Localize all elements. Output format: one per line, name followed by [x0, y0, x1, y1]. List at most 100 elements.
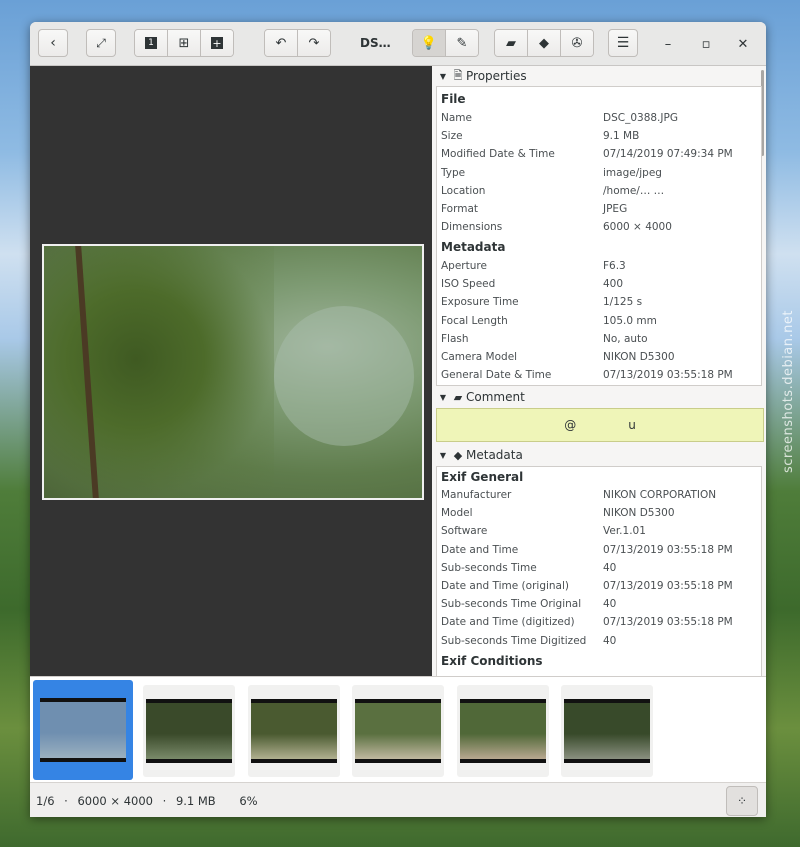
- edit-button[interactable]: ✎: [446, 30, 478, 56]
- metadata-property-key: Exposure Time: [441, 296, 519, 309]
- metadata-property-row: General Date & Time 07/13/2019 03:55:18 P…: [441, 369, 759, 387]
- exif-property-value: 40: [603, 561, 617, 574]
- brush-icon: ✎: [456, 35, 468, 51]
- thumbnail[interactable]: [247, 685, 340, 777]
- comment-icon: ▰: [506, 35, 516, 51]
- exif-property-row: Sub-seconds Time Digitized 40: [441, 635, 759, 653]
- annotation-group: ▰ ◆ ✇: [494, 29, 594, 57]
- minimize-button[interactable]: –: [658, 34, 678, 54]
- status-bar: 1/6 · 6000 × 4000 · 9.1 MB 6% ⁘: [30, 782, 766, 817]
- single-view-icon: 1: [145, 37, 157, 49]
- metadata-property-value: 400: [603, 278, 624, 291]
- exif-property-key: Software: [441, 525, 488, 538]
- file-property-row: Modified Date & Time 07/14/2019 07:49:34 …: [441, 148, 759, 166]
- rotate-right-icon: ↷: [308, 35, 320, 51]
- status-position: 1/6: [36, 794, 55, 808]
- comment-button[interactable]: ▰: [495, 30, 528, 56]
- exif-property-row: Manufacturer NIKON CORPORATION: [441, 489, 759, 507]
- exif-property-key: Sub-seconds Time Original: [441, 598, 582, 611]
- maximize-icon: ▫: [701, 36, 711, 52]
- document-icon: 🗎: [453, 68, 463, 82]
- fullscreen-button[interactable]: ⤢: [86, 29, 116, 57]
- thumbnail[interactable]: [456, 685, 549, 777]
- close-button[interactable]: ✕: [733, 34, 753, 54]
- metadata-property-key: Camera Model: [441, 351, 518, 363]
- file-property-value: JPEG: [603, 203, 628, 215]
- view-mode-group: 1 ⊞ +: [134, 29, 234, 57]
- exif-property-value: 40: [603, 598, 617, 611]
- file-property-key: Format: [441, 203, 479, 215]
- photo[interactable]: [42, 244, 424, 500]
- menu-button[interactable]: ☰: [608, 29, 638, 57]
- back-icon: ‹: [50, 35, 56, 51]
- metadata-property-key: ISO Speed: [441, 278, 496, 291]
- zoom-in-button[interactable]: +: [201, 30, 233, 56]
- image-viewer-window: ‹ ⤢ 1 ⊞ + ↶ ↷ DS… 💡 ✎ ▰ ◆ ✇ ☰ – ▫ ✕ ▼ 🗎 …: [30, 22, 766, 817]
- file-property-key: Type: [441, 166, 466, 179]
- properties-sidebar: ▼ 🗎 Properties File Name DSC_0388.JPG Size…: [434, 66, 766, 676]
- properties-header-label: Properties: [466, 69, 527, 83]
- tag-button[interactable]: ◆: [528, 30, 561, 56]
- comment-text-b: u: [628, 418, 636, 432]
- metadata-property-key: General Date & Time: [441, 369, 552, 382]
- window-title: DS…: [360, 36, 391, 50]
- thumbnail-image: [146, 699, 232, 763]
- comment-icon: ▰: [453, 390, 463, 404]
- back-button[interactable]: ‹: [38, 29, 68, 57]
- file-property-key: Modified Date & Time: [441, 148, 555, 161]
- exif-property-key: Date and Time (digitized): [441, 616, 575, 629]
- file-section-title: File: [441, 92, 466, 106]
- thumbnail[interactable]: [143, 685, 235, 777]
- maximize-button[interactable]: ▫: [696, 34, 716, 54]
- exif-property-key: Date and Time: [441, 543, 519, 556]
- rotate-left-icon: ↶: [275, 35, 287, 51]
- image-viewer[interactable]: [30, 66, 432, 676]
- tag-icon: ◆: [453, 448, 463, 462]
- exif-property-value: 07/13/2019 03:55:18 PM: [603, 543, 733, 556]
- collapse-arrow-icon: ▼: [439, 450, 447, 460]
- file-property-row: Format JPEG: [441, 203, 759, 221]
- file-property-row: Location/home/… …: [441, 185, 759, 203]
- properties-section-header[interactable]: ▼ 🗎 Properties: [434, 67, 766, 85]
- rotate-left-button[interactable]: ↶: [265, 30, 298, 56]
- wrench-icon: ✇: [571, 35, 583, 51]
- metadata-property-row: Flash No, auto: [441, 333, 759, 351]
- thumbnail[interactable]: [33, 680, 133, 780]
- exif-property-row: Date and Time (digitized) 07/13/2019 03:5…: [441, 616, 759, 634]
- comment-section-header[interactable]: ▼ ▰ Comment: [434, 388, 766, 406]
- thumbnail[interactable]: [561, 685, 653, 777]
- fit-view-button[interactable]: ⊞: [168, 30, 201, 56]
- exif-property-key: Date and Time (original): [441, 580, 569, 592]
- exif-property-key: Model: [441, 507, 473, 520]
- file-property-row: Dimensions 6000 × 4000: [441, 221, 759, 239]
- thumbnail[interactable]: [352, 685, 444, 777]
- metadata-header-label: Metadata: [466, 448, 523, 462]
- metadata-property-value: NIKON D5300: [603, 351, 675, 363]
- exif-property-value: 07/13/2019 03:55:18 PM: [603, 580, 733, 592]
- properties-toggle-button[interactable]: 💡: [413, 30, 446, 56]
- file-property-row: Name DSC_0388.JPG: [441, 112, 759, 130]
- metadata-property-key: Flash: [441, 332, 469, 345]
- single-view-button[interactable]: 1: [135, 30, 168, 56]
- exif-property-value: 07/13/2019 03:55:18 PM: [603, 616, 733, 629]
- comment-header-label: Comment: [466, 390, 525, 404]
- file-property-value: /home/… …: [603, 184, 665, 197]
- exif-conditions-title: Exif Conditions: [441, 654, 543, 668]
- comment-field[interactable]: @ u: [436, 408, 764, 442]
- exif-property-row: Model NIKON D5300: [441, 507, 759, 525]
- fit-icon: ⊞: [178, 35, 190, 51]
- exif-general-title: Exif General: [441, 470, 524, 484]
- thumbnail-image: [40, 698, 126, 762]
- file-property-key: Name: [441, 112, 472, 124]
- thumbnails-toggle-button[interactable]: ⁘: [726, 786, 758, 816]
- watermark: screenshots.debian.net: [781, 310, 796, 473]
- collapse-arrow-icon: ▼: [439, 392, 447, 402]
- minimize-icon: –: [664, 36, 672, 52]
- metadata-section-header[interactable]: ▼ ◆ Metadata: [434, 446, 766, 464]
- metadata-property-row: Exposure Time 1/125 s: [441, 296, 759, 314]
- rotate-right-button[interactable]: ↷: [298, 30, 330, 56]
- exif-property-row: Sub-seconds Time 40: [441, 562, 759, 580]
- status-size: 9.1 MB: [175, 794, 216, 808]
- tools-button[interactable]: ✇: [561, 30, 593, 56]
- file-property-key: Location: [441, 184, 486, 197]
